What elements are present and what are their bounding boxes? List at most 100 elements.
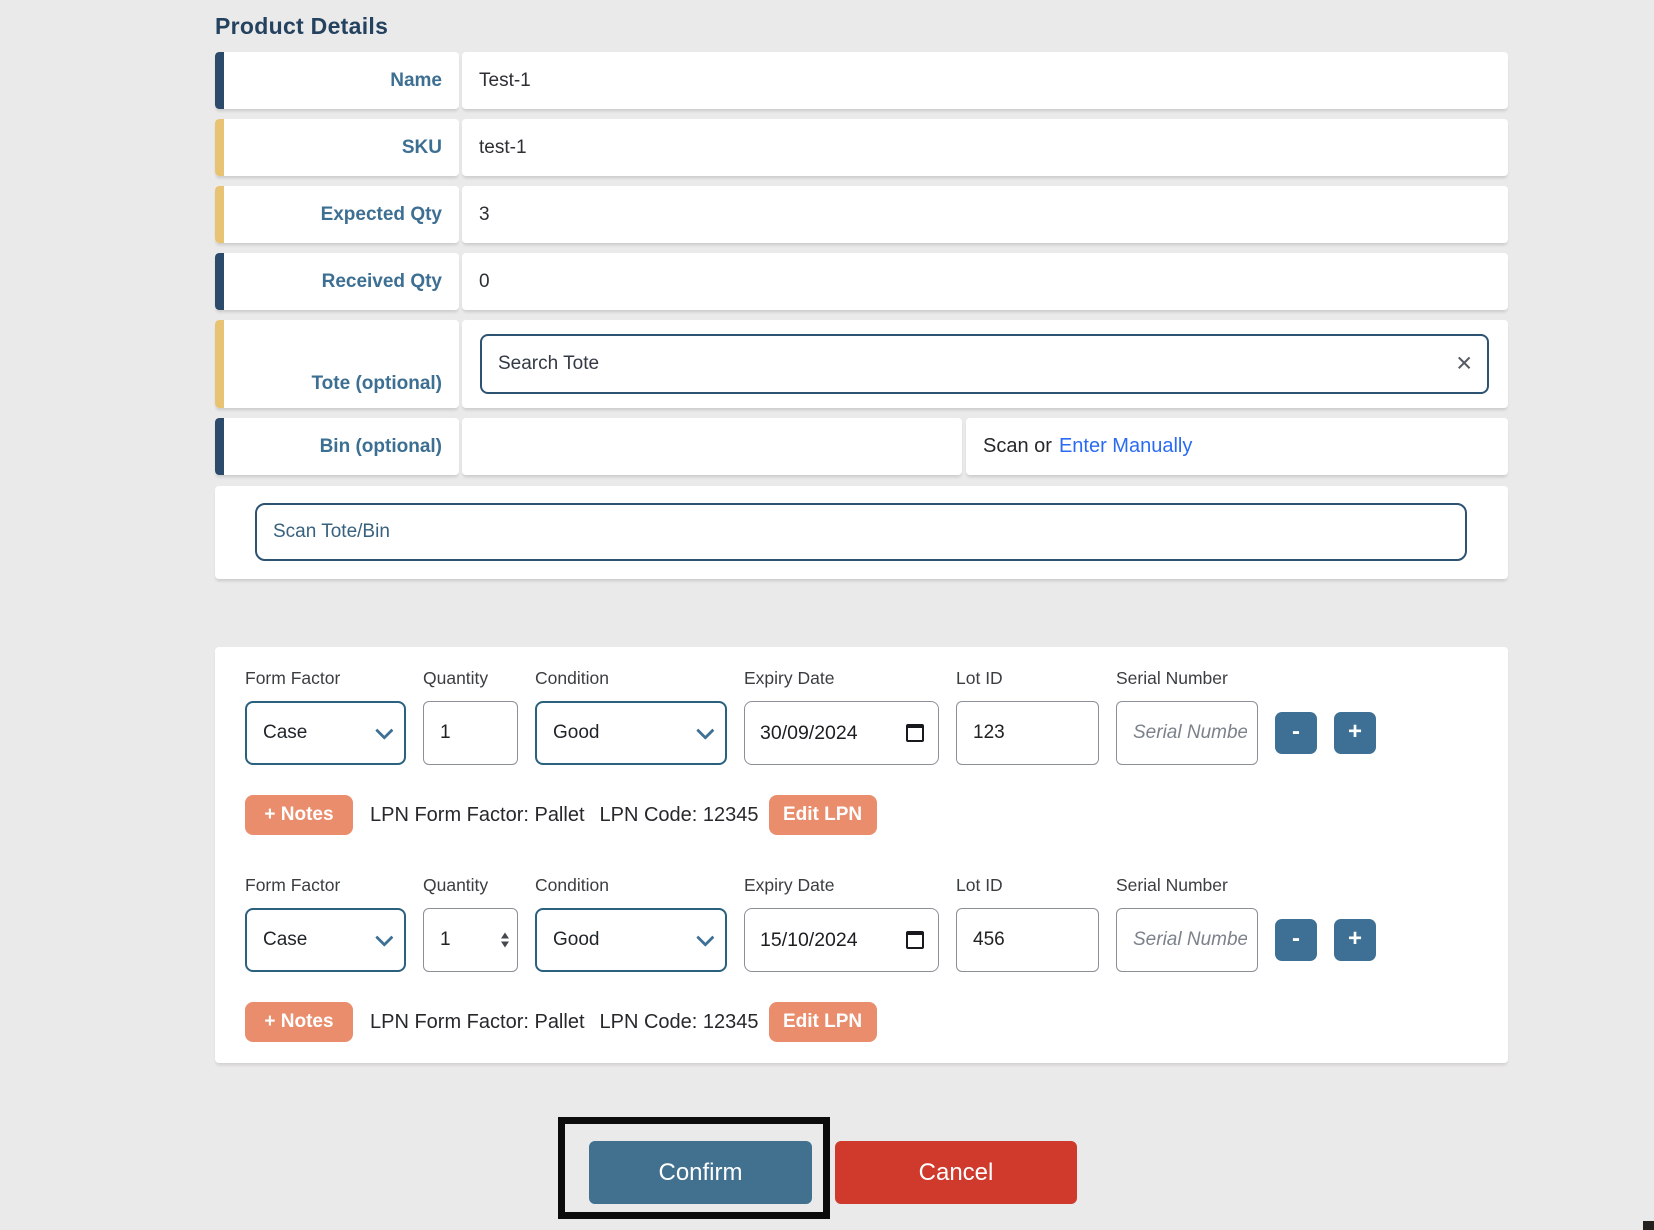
- bin-scan-cell: Scan or Enter Manually: [966, 418, 1508, 475]
- form-factor-select[interactable]: Case: [245, 701, 406, 765]
- expiry-date-value: 30/09/2024: [760, 722, 858, 745]
- decrement-button[interactable]: -: [1275, 919, 1317, 961]
- expiry-date-input[interactable]: 30/09/2024: [744, 701, 939, 765]
- items-panel: Form Factor Quantity Condition Expiry Da…: [215, 647, 1508, 1063]
- chevron-down-icon: [375, 721, 393, 739]
- form-factor-label: Form Factor: [245, 875, 406, 895]
- scan-tote-bin-row: [215, 486, 1508, 579]
- item-1-lpn-row: + Notes LPN Form Factor: Pallet LPN Code…: [245, 795, 1508, 835]
- accent-bar: [215, 186, 224, 243]
- condition-value: Good: [553, 929, 599, 951]
- accent-bar: [215, 418, 224, 475]
- name-label-cell: Name: [215, 52, 459, 109]
- screen-corner-mark: [1643, 1221, 1654, 1230]
- calendar-icon: [906, 724, 924, 742]
- decrement-button[interactable]: -: [1275, 712, 1317, 754]
- tote-label-cell: Tote (optional): [215, 320, 459, 408]
- edit-lpn-button[interactable]: Edit LPN: [769, 795, 877, 835]
- received-qty-value: 0: [462, 253, 1508, 310]
- stepper-down-icon[interactable]: [501, 942, 509, 948]
- condition-select[interactable]: Good: [535, 908, 727, 972]
- name-label: Name: [390, 70, 442, 92]
- lpn-form-factor-text: LPN Form Factor: Pallet: [370, 1011, 585, 1034]
- item-1-controls: Case Good 30/09/2024 - +: [245, 701, 1508, 765]
- detail-row-received-qty: Received Qty 0: [215, 253, 1508, 310]
- lot-id-label: Lot ID: [956, 668, 1099, 688]
- chevron-down-icon: [696, 721, 714, 739]
- lot-id-label: Lot ID: [956, 875, 1099, 895]
- expected-qty-label: Expected Qty: [321, 204, 442, 226]
- expected-qty-label-cell: Expected Qty: [215, 186, 459, 243]
- expiry-date-label: Expiry Date: [744, 875, 939, 895]
- accent-bar: [215, 253, 224, 310]
- lpn-code-text: LPN Code: 12345: [600, 804, 759, 827]
- accent-bar: [215, 119, 224, 176]
- lpn-form-factor-text: LPN Form Factor: Pallet: [370, 804, 585, 827]
- lot-id-input[interactable]: [956, 908, 1099, 972]
- page-title: Product Details: [215, 13, 388, 40]
- expiry-date-value: 15/10/2024: [760, 929, 858, 952]
- lot-id-input[interactable]: [956, 701, 1099, 765]
- quantity-field-wrap: [423, 908, 518, 972]
- quantity-field-wrap: [423, 701, 518, 765]
- lpn-code-text: LPN Code: 12345: [600, 1011, 759, 1034]
- confirm-button[interactable]: Confirm: [589, 1141, 812, 1204]
- stepper-up-icon[interactable]: [501, 933, 509, 939]
- form-factor-select[interactable]: Case: [245, 908, 406, 972]
- add-notes-button[interactable]: + Notes: [245, 795, 353, 835]
- quantity-label: Quantity: [423, 668, 518, 688]
- expiry-date-input[interactable]: 15/10/2024: [744, 908, 939, 972]
- item-2-controls: Case Good 15/10/2024: [245, 908, 1508, 972]
- increment-button[interactable]: +: [1334, 712, 1376, 754]
- condition-label: Condition: [535, 875, 727, 895]
- bin-input[interactable]: [462, 418, 962, 475]
- accent-bar: [215, 320, 224, 408]
- tote-value-cell: ✕: [462, 320, 1508, 408]
- quantity-input[interactable]: [423, 701, 518, 765]
- form-factor-value: Case: [263, 722, 307, 744]
- tote-search-wrap: ✕: [480, 334, 1489, 394]
- received-qty-label-cell: Received Qty: [215, 253, 459, 310]
- sku-label: SKU: [402, 137, 442, 159]
- quantity-stepper[interactable]: [501, 933, 509, 948]
- receiving-screen: Product Details Name Test-1 SKU test-1 E…: [0, 0, 1654, 1230]
- detail-row-expected-qty: Expected Qty 3: [215, 186, 1508, 243]
- expiry-date-label: Expiry Date: [744, 668, 939, 688]
- tote-search-input[interactable]: [480, 334, 1489, 394]
- clear-icon[interactable]: ✕: [1455, 354, 1473, 375]
- add-notes-button[interactable]: + Notes: [245, 1002, 353, 1042]
- detail-row-tote: Tote (optional) ✕: [215, 320, 1508, 408]
- detail-row-sku: SKU test-1: [215, 119, 1508, 176]
- bin-scan-text: Scan or: [983, 435, 1052, 458]
- calendar-icon: [906, 931, 924, 949]
- item-1-column-labels: Form Factor Quantity Condition Expiry Da…: [245, 668, 1508, 688]
- detail-row-bin: Bin (optional) Scan or Enter Manually: [215, 418, 1508, 475]
- scan-tote-bin-input[interactable]: [255, 503, 1467, 561]
- received-qty-label: Received Qty: [322, 271, 442, 293]
- condition-value: Good: [553, 722, 599, 744]
- item-row-1: Form Factor Quantity Condition Expiry Da…: [245, 668, 1508, 835]
- chevron-down-icon: [696, 928, 714, 946]
- serial-number-input[interactable]: [1116, 701, 1258, 765]
- enter-manually-link[interactable]: Enter Manually: [1059, 435, 1192, 458]
- serial-number-label: Serial Number: [1116, 668, 1258, 688]
- quantity-label: Quantity: [423, 875, 518, 895]
- form-factor-label: Form Factor: [245, 668, 406, 688]
- bin-label-cell: Bin (optional): [215, 418, 459, 475]
- serial-number-input[interactable]: [1116, 908, 1258, 972]
- item-2-column-labels: Form Factor Quantity Condition Expiry Da…: [245, 875, 1508, 895]
- item-row-2: Form Factor Quantity Condition Expiry Da…: [245, 875, 1508, 1042]
- condition-select[interactable]: Good: [535, 701, 727, 765]
- accent-bar: [215, 52, 224, 109]
- form-factor-value: Case: [263, 929, 307, 951]
- detail-row-name: Name Test-1: [215, 52, 1508, 109]
- sku-value: test-1: [462, 119, 1508, 176]
- increment-button[interactable]: +: [1334, 919, 1376, 961]
- edit-lpn-button[interactable]: Edit LPN: [769, 1002, 877, 1042]
- sku-label-cell: SKU: [215, 119, 459, 176]
- condition-label: Condition: [535, 668, 727, 688]
- bin-input-cell: [462, 418, 962, 475]
- cancel-button[interactable]: Cancel: [835, 1141, 1077, 1204]
- serial-number-label: Serial Number: [1116, 875, 1258, 895]
- chevron-down-icon: [375, 928, 393, 946]
